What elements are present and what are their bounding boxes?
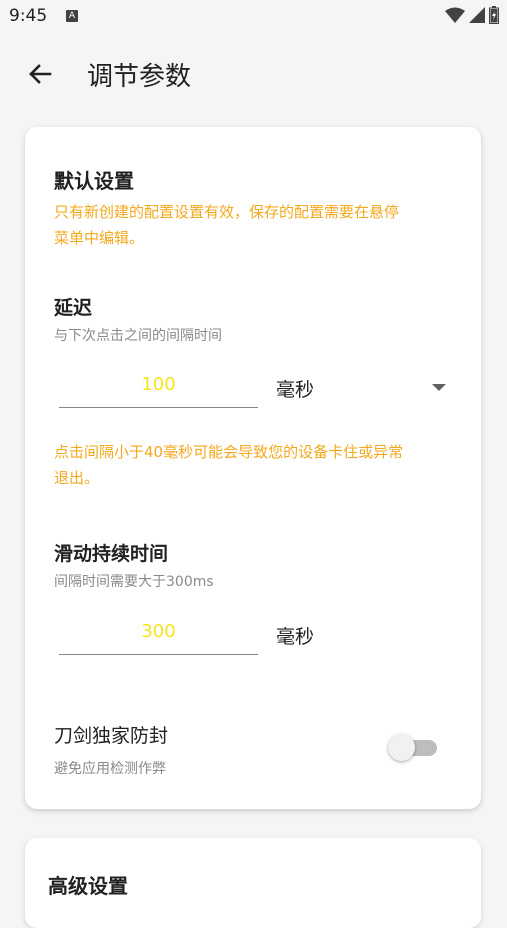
status-time: 9:45: [9, 6, 48, 26]
signal-icon: [469, 7, 485, 23]
battery-icon: [489, 6, 499, 24]
swipe-value: 300: [141, 621, 176, 642]
status-icons: [445, 6, 499, 24]
delay-warning-line-2: 退出。: [54, 469, 100, 487]
swipe-title: 滑动持续时间: [54, 543, 169, 565]
wifi-icon: [445, 7, 465, 23]
page-title: 调节参数: [87, 62, 192, 92]
swipe-desc: 间隔时间需要大于300ms: [54, 574, 214, 590]
back-button[interactable]: [20, 54, 60, 94]
default-settings-card: 默认设置 只有新创建的配置设置有效，保存的配置需要在悬停 菜单中编辑。 延迟 与…: [25, 127, 481, 809]
advanced-settings-title: 高级设置: [48, 874, 128, 898]
delay-warning-line-1: 点击间隔小于40毫秒可能会导致您的设备卡住或异常: [54, 443, 404, 461]
delay-warning: 点击间隔小于40毫秒可能会导致您的设备卡住或异常 退出。: [54, 439, 403, 491]
delay-desc: 与下次点击之间的间隔时间: [54, 328, 222, 344]
delay-title: 延迟: [54, 297, 93, 319]
default-settings-title: 默认设置: [54, 169, 134, 193]
arrow-left-icon: [29, 64, 52, 84]
anti-ban-title: 刀剑独家防封: [54, 725, 169, 747]
notice-line-1: 只有新创建的配置设置有效，保存的配置需要在悬停: [54, 203, 400, 221]
status-bar: 9:45 A: [0, 0, 507, 34]
advanced-settings-card: 高级设置: [25, 838, 481, 928]
app-bar: 调节参数: [0, 44, 507, 104]
delay-unit-dropdown[interactable]: 毫秒: [276, 375, 451, 405]
swipe-unit-label: 毫秒: [276, 626, 315, 648]
delay-input[interactable]: 100: [59, 367, 258, 408]
swipe-input[interactable]: 300: [59, 614, 258, 655]
delay-unit-label: 毫秒: [276, 379, 315, 401]
toggle-thumb: [388, 734, 415, 761]
delay-value: 100: [141, 374, 176, 395]
anti-ban-desc: 避免应用检测作弊: [54, 761, 166, 777]
notification-icon: A: [66, 10, 78, 22]
dropdown-arrow-icon: [432, 384, 446, 391]
default-settings-notice: 只有新创建的配置设置有效，保存的配置需要在悬停 菜单中编辑。: [54, 199, 399, 251]
notice-line-2: 菜单中编辑。: [54, 229, 145, 247]
